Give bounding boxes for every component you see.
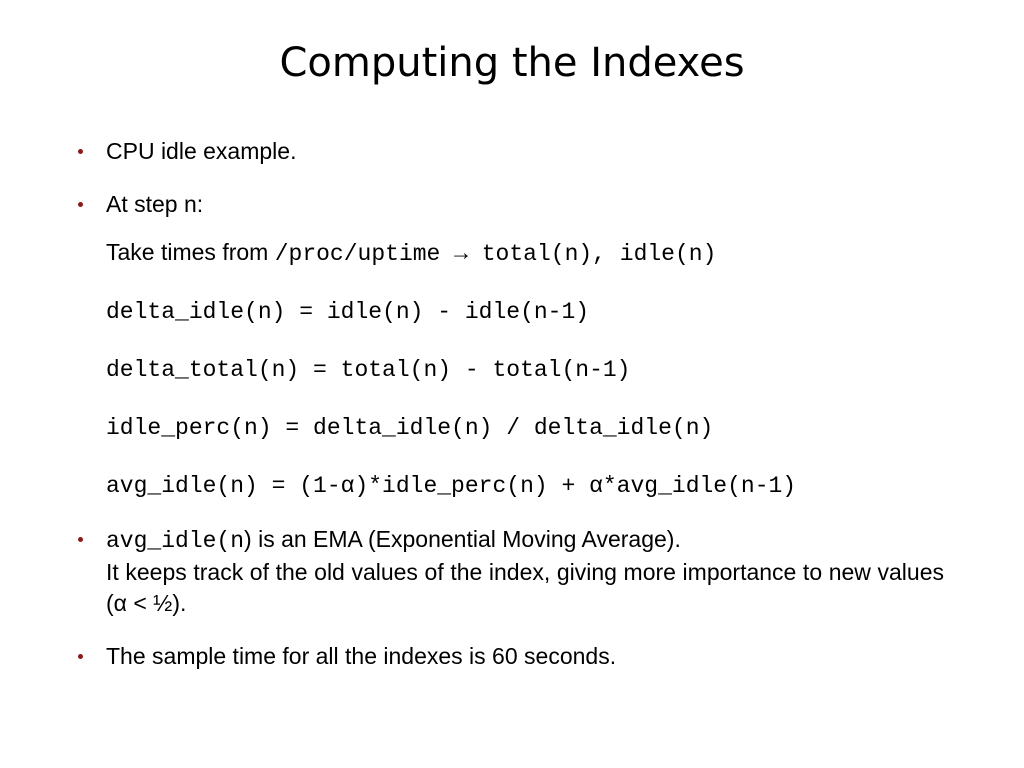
sub-code: /proc/uptime → total(n), idle(n) <box>275 241 717 267</box>
ema-line2: It keeps track of the old values of the … <box>106 557 944 619</box>
sub-delta-idle: delta_idle(n) = idle(n) - idle(n-1) <box>106 298 944 328</box>
bullet-text: CPU idle example. <box>106 138 296 164</box>
slide-title: Computing the Indexes <box>70 40 954 86</box>
sub-take-times: Take times from /proc/uptime → total(n),… <box>106 238 944 270</box>
bullet-cpu-idle: CPU idle example. <box>70 136 944 167</box>
bullet-ema: avg_idle(n) is an EMA (Exponential Movin… <box>70 524 944 619</box>
sub-text: Take times from <box>106 239 275 265</box>
bullet-step-n: At step n: Take times from /proc/uptime … <box>70 189 944 502</box>
sub-idle-perc: idle_perc(n) = delta_idle(n) / delta_idl… <box>106 414 944 444</box>
sub-delta-total: delta_total(n) = total(n) - total(n-1) <box>106 356 944 386</box>
sub-avg-idle: avg_idle(n) = (1-α)*idle_perc(n) + α*avg… <box>106 472 944 502</box>
slide: Computing the Indexes CPU idle example. … <box>0 0 1024 768</box>
bullet-text: The sample time for all the indexes is 6… <box>106 643 616 669</box>
ema-line1: ) is an EMA (Exponential Moving Average)… <box>244 526 681 552</box>
bullet-sample-time: The sample time for all the indexes is 6… <box>70 641 944 672</box>
ema-code: avg_idle(n <box>106 528 244 554</box>
bullet-text: At step n: <box>106 191 203 217</box>
bullet-list: CPU idle example. At step n: Take times … <box>70 136 954 672</box>
